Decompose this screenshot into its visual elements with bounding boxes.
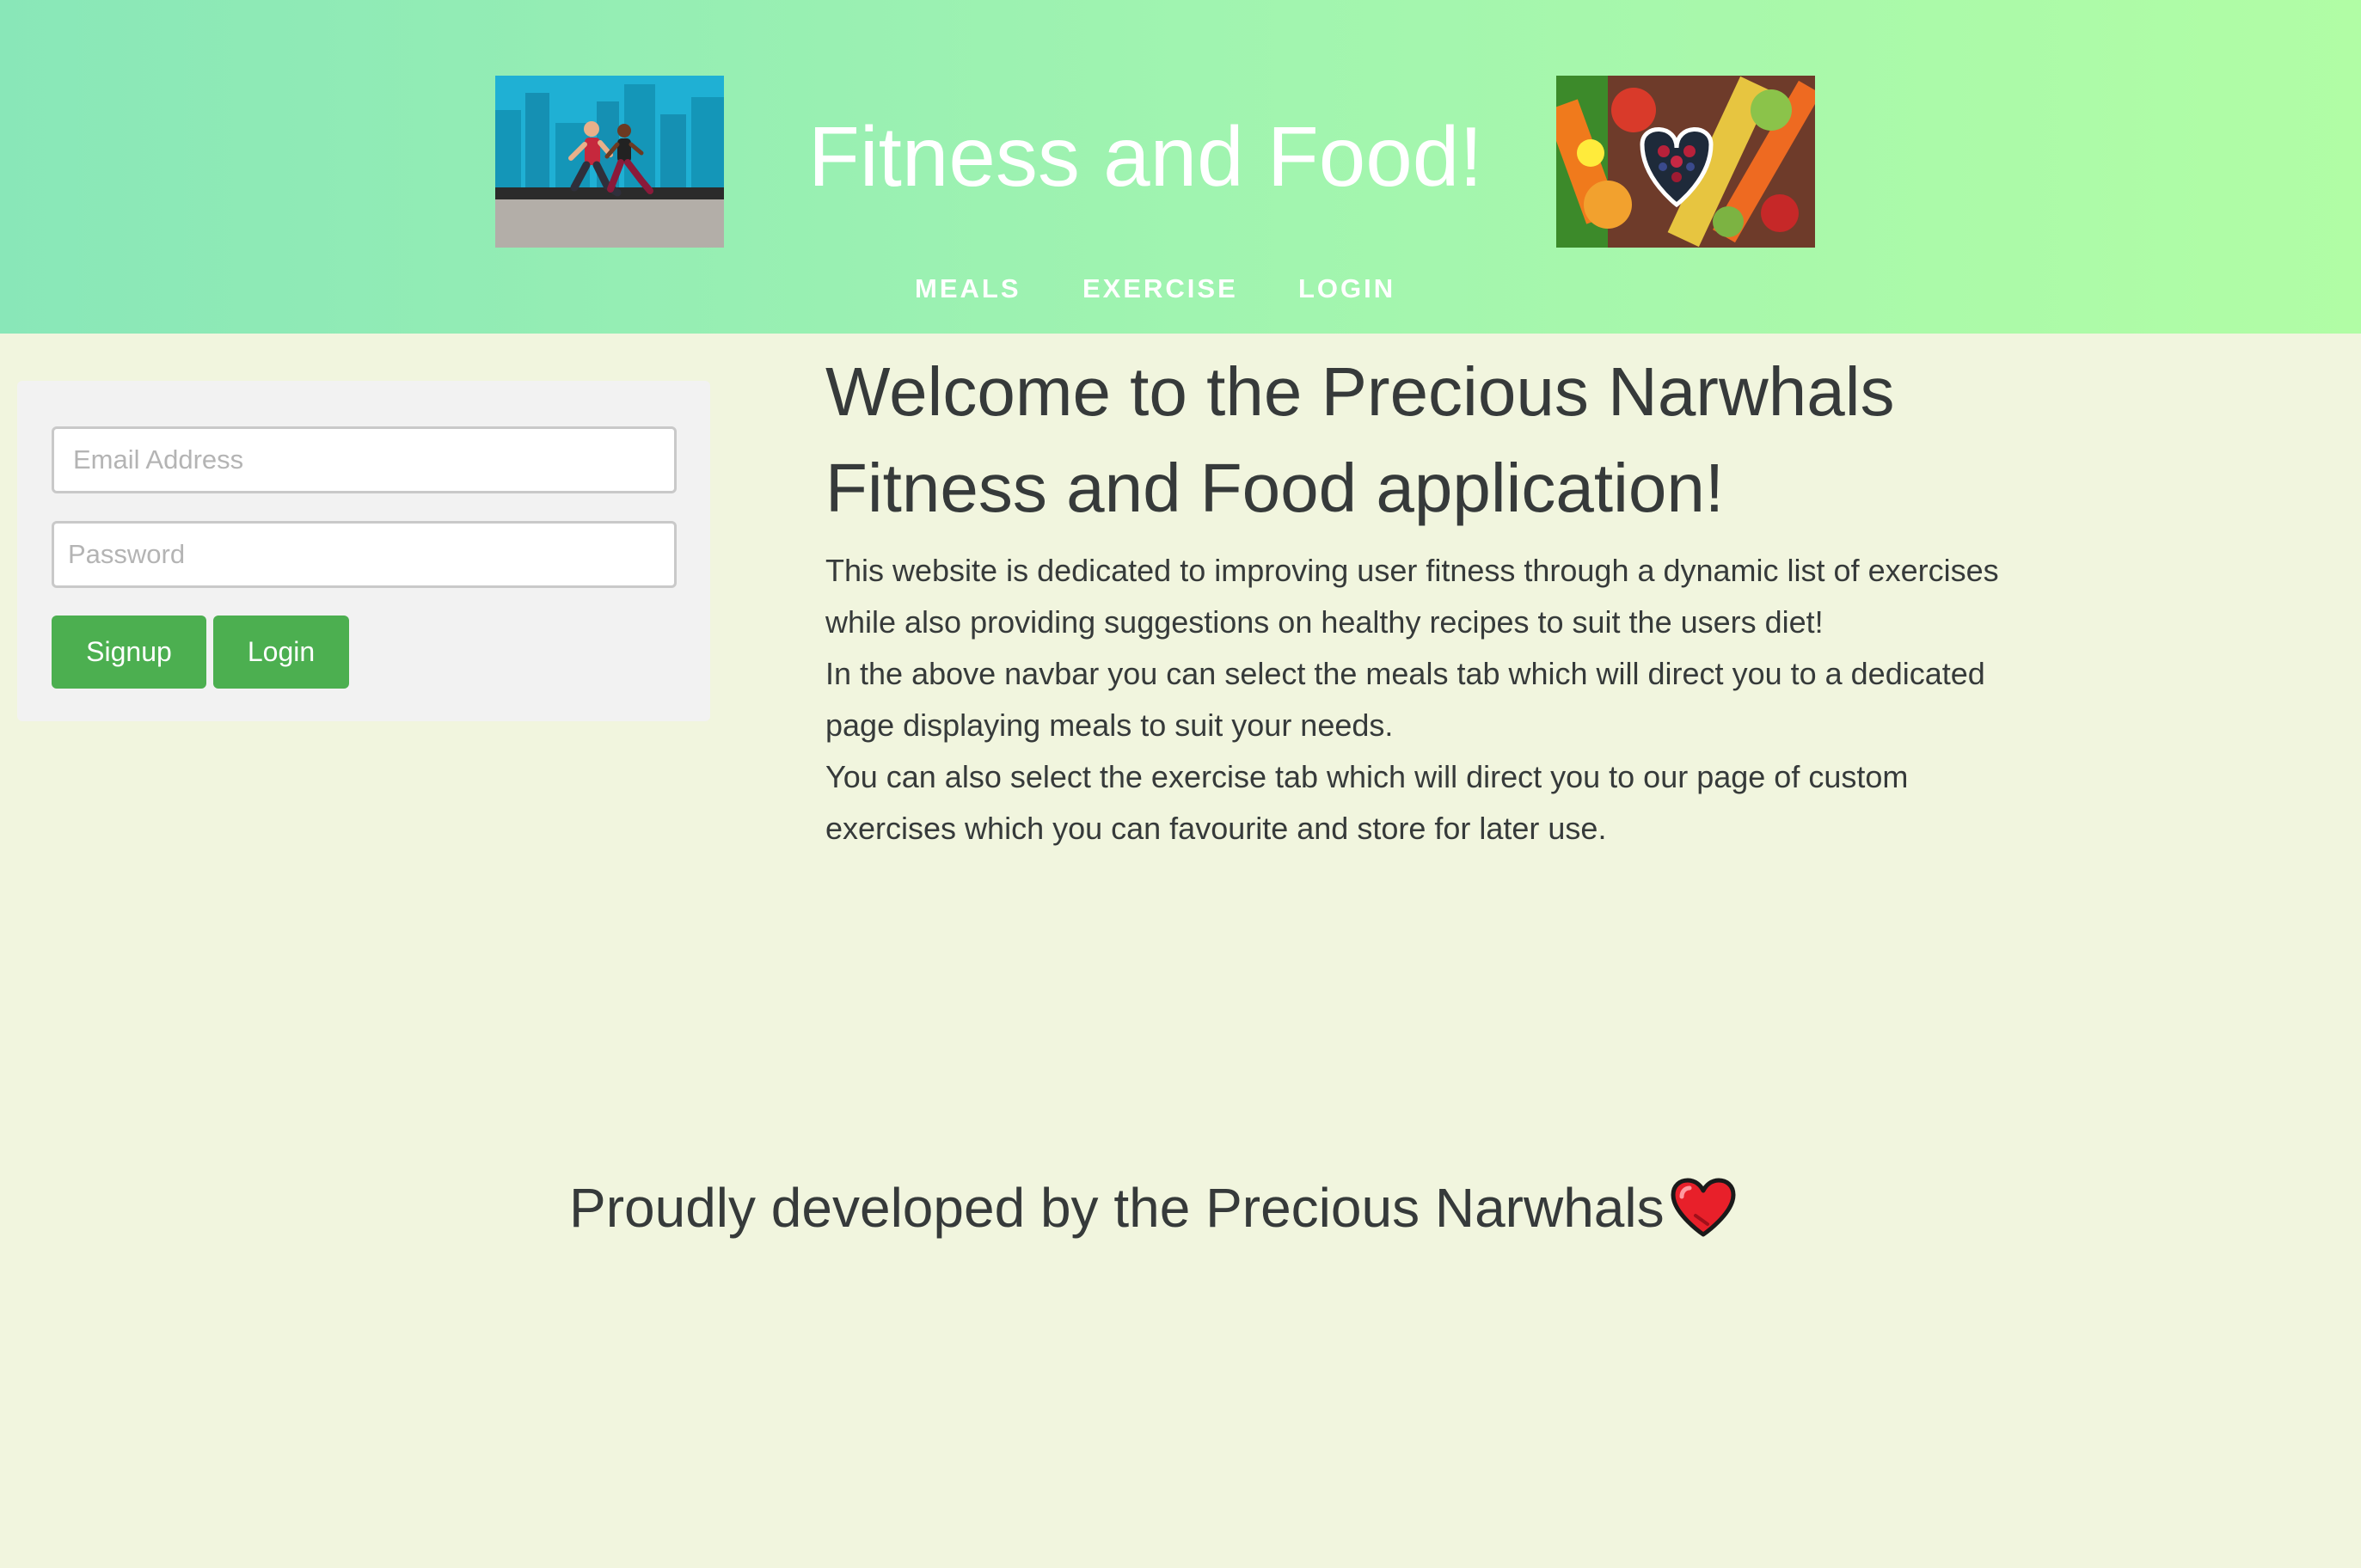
login-button[interactable]: Login [213,616,349,689]
welcome-heading-line-2: Fitness and Food application! [825,450,1725,526]
description-paragraph-1: This website is dedicated to improving u… [825,553,1999,640]
footer-credit: Proudly developed by the Precious Narwha… [569,1169,1737,1246]
nav-link-login[interactable]: LOGIN [1298,268,1395,309]
site-header: Fitness and Food! MEALS EXERCISE LOGIN [0,0,2361,334]
description-paragraph-3: You can also select the exercise tab whi… [825,759,1909,846]
description: This website is dedicated to improving u… [825,545,2003,854]
welcome-heading: Welcome to the Precious Narwhals Fitness… [825,344,2029,536]
nav-link-meals[interactable]: MEALS [915,268,1021,309]
signup-button[interactable]: Signup [52,616,206,689]
nav-link-exercise[interactable]: EXERCISE [1082,268,1238,309]
welcome-heading-line-1: Welcome to the Precious Narwhals [825,353,1895,430]
heart-icon [1670,1178,1737,1238]
footer-text: Proudly developed by the Precious Narwha… [569,1177,1665,1239]
email-field[interactable] [52,426,677,493]
runners-image [495,76,724,248]
vegetables-image [1556,76,1815,248]
login-panel: Signup Login [17,381,710,721]
description-paragraph-2: In the above navbar you can select the m… [825,656,1985,743]
main-nav: MEALS EXERCISE LOGIN [0,268,2361,309]
site-title: Fitness and Food! [808,109,1483,204]
password-field[interactable] [52,521,677,588]
